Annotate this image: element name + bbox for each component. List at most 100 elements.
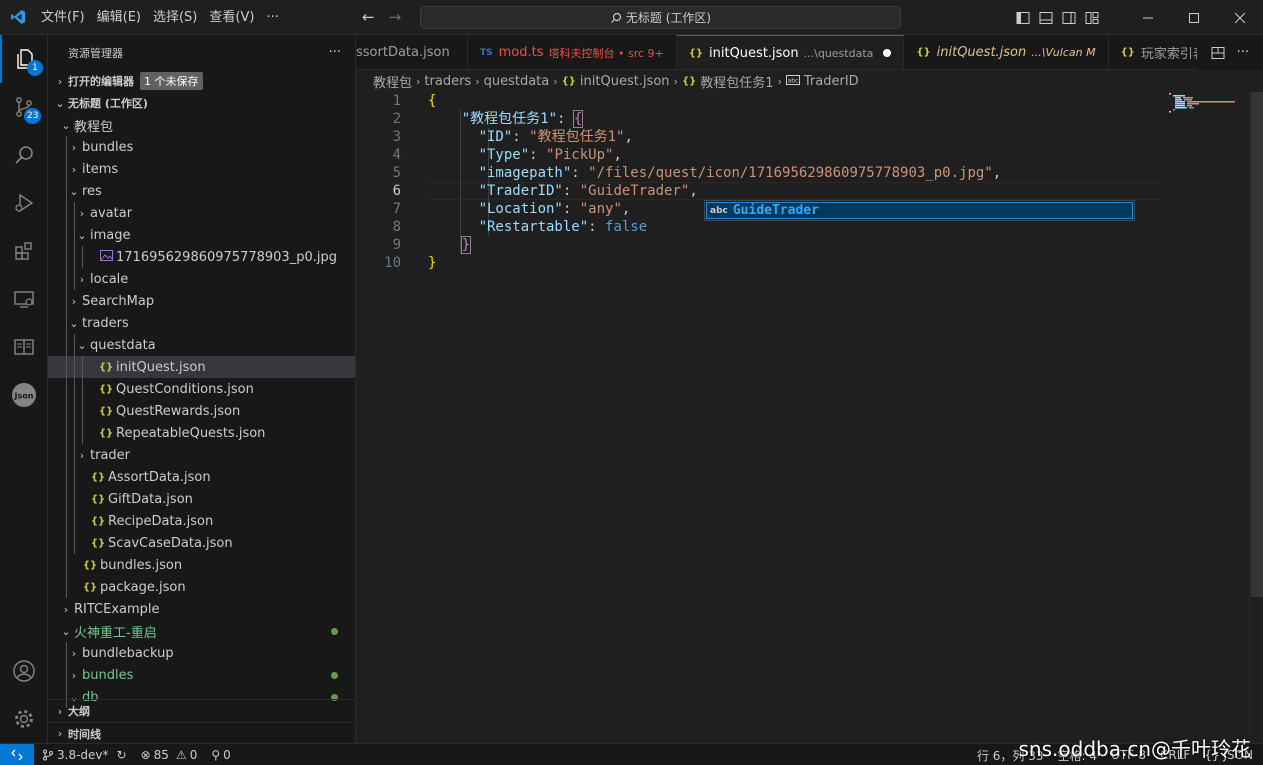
run-debug-activity[interactable]: [0, 179, 48, 227]
unsaved-badge: 1 个未保存: [140, 72, 203, 90]
file-item[interactable]: {} package.json: [48, 576, 355, 598]
line-number: 3: [392, 129, 401, 145]
timeline-label: 时间线: [68, 727, 101, 741]
folder-item[interactable]: ⌄ res: [48, 180, 355, 202]
command-center-search[interactable]: 无标题 (工作区): [420, 6, 901, 29]
source-control-activity[interactable]: 23: [0, 83, 48, 131]
folder-item[interactable]: ⌄ traders: [48, 312, 355, 334]
folder-item[interactable]: ⌄ questdata: [48, 334, 355, 356]
tree-item-label: AssortData.json: [108, 469, 211, 485]
tree-indent-guide: [66, 202, 67, 224]
chevron-right-icon: ›: [57, 74, 63, 88]
ports-indicator[interactable]: ⚲ 0: [211, 748, 230, 762]
menu-item[interactable]: 选择(S): [147, 0, 203, 35]
chevron-right-icon: ›: [71, 294, 77, 308]
more-menu-button[interactable]: ···: [260, 0, 284, 35]
folder-item[interactable]: › locale: [48, 268, 355, 290]
chevron-down-icon: ⌄: [69, 316, 79, 330]
file-item[interactable]: {} QuestRewards.json: [48, 400, 355, 422]
tree-indent-guide: [74, 510, 75, 532]
tree-indent-guide: [74, 488, 75, 510]
extensions-activity[interactable]: [0, 227, 48, 275]
folder-item[interactable]: ⌄ 火神重工-重启: [48, 620, 355, 642]
folder-item[interactable]: › trader: [48, 444, 355, 466]
code-token: "教程包任务1": [529, 129, 625, 145]
customize-layout-icon[interactable]: [1085, 11, 1099, 25]
file-item[interactable]: {} bundles.json: [48, 554, 355, 576]
file-item[interactable]: {} ScavCaseData.json: [48, 532, 355, 554]
close-button[interactable]: [1217, 0, 1263, 35]
minimize-button[interactable]: [1125, 0, 1171, 35]
outline-section[interactable]: › 大纲: [48, 700, 355, 722]
branch-indicator[interactable]: 3.8-dev* ↻: [42, 748, 127, 762]
folder-item[interactable]: › bundlebackup: [48, 642, 355, 664]
sync-icon[interactable]: ↻: [117, 748, 127, 762]
accounts-activity[interactable]: [0, 647, 48, 695]
explorer-activity[interactable]: 1: [0, 35, 48, 83]
toggle-primary-sidebar-icon[interactable]: [1016, 11, 1030, 25]
toggle-secondary-sidebar-icon[interactable]: [1062, 11, 1076, 25]
split-editor-icon[interactable]: [1211, 46, 1225, 60]
file-item[interactable]: {} initQuest.json: [48, 356, 355, 378]
unsaved-dot-icon[interactable]: [883, 49, 892, 57]
more-actions-icon[interactable]: ···: [329, 45, 341, 60]
breadcrumb-item[interactable]: initQuest.json: [580, 74, 670, 89]
remote-explorer-activity[interactable]: [0, 275, 48, 323]
tree-item-label: items: [82, 161, 119, 177]
open-editors-section[interactable]: › 打开的编辑器 1 个未保存: [48, 70, 355, 92]
breadcrumb-item[interactable]: 教程包任务1: [700, 72, 773, 91]
folder-item[interactable]: › SearchMap: [48, 290, 355, 312]
json-activity[interactable]: Json: [0, 371, 48, 419]
file-item[interactable]: 171695629860975778903_p0.jpg: [48, 246, 355, 268]
breadcrumb-item[interactable]: questdata: [484, 74, 550, 89]
folder-item[interactable]: ⌄ 教程包: [48, 114, 355, 136]
menu-item[interactable]: 文件(F): [35, 0, 91, 35]
maximize-button[interactable]: [1171, 0, 1217, 35]
scrollbar-thumb[interactable]: [1251, 92, 1263, 597]
timeline-section[interactable]: › 时间线: [48, 722, 355, 743]
workspace-label: 无标题 (工作区): [68, 97, 148, 110]
folder-item[interactable]: › bundles: [48, 664, 355, 686]
folder-item[interactable]: › avatar: [48, 202, 355, 224]
editor-tab[interactable]: TS mod.ts 塔科夫控制台 • src 9+: [468, 35, 677, 69]
chevron-down-icon: ⌄: [61, 118, 71, 132]
search-activity[interactable]: [0, 131, 48, 179]
folder-item[interactable]: ⌄ image: [48, 224, 355, 246]
editor-tab[interactable]: {} initQuest.json ...\Vulcan M: [904, 35, 1109, 69]
tree-item-label: traders: [82, 315, 129, 331]
folder-item[interactable]: › bundles: [48, 136, 355, 158]
manage-activity[interactable]: [0, 695, 48, 743]
file-item[interactable]: {} RecipeData.json: [48, 510, 355, 532]
remote-indicator[interactable]: [0, 743, 34, 765]
breadcrumb-item[interactable]: traders: [424, 74, 471, 89]
more-actions-icon[interactable]: ···: [1237, 45, 1249, 60]
code-token: "Restartable": [478, 219, 589, 235]
breadcrumb-item[interactable]: 教程包: [373, 72, 412, 91]
tree-indent-guide: [66, 554, 67, 576]
file-item[interactable]: {} RepeatableQuests.json: [48, 422, 355, 444]
folder-item[interactable]: › items: [48, 158, 355, 180]
editor-scrollbar[interactable]: [1249, 92, 1263, 743]
file-item[interactable]: {} GiftData.json: [48, 488, 355, 510]
file-item[interactable]: {} AssortData.json: [48, 466, 355, 488]
problems-indicator[interactable]: ⊗ 85 ⚠ 0: [141, 748, 198, 762]
suggestion-item[interactable]: abc GuideTrader: [706, 202, 1133, 219]
tree-item-label: QuestRewards.json: [116, 403, 241, 419]
menu-item[interactable]: 编辑(E): [91, 0, 147, 35]
folder-item[interactable]: › RITCExample: [48, 598, 355, 620]
breadcrumb-item[interactable]: TraderID: [804, 74, 859, 89]
editor-tab[interactable]: ssortData.json: [356, 35, 468, 69]
tree-item-label: locale: [90, 271, 129, 287]
code-editor[interactable]: 1 2 3 4 5 6 7 8 9 10 { "教程包任务1": { "ID": "教程包任务1"…: [356, 92, 1263, 743]
go-back-icon[interactable]: ←: [362, 8, 375, 26]
editor-tab[interactable]: {} initQuest.json ...\questdata: [676, 35, 905, 69]
workspace-section[interactable]: ⌄ 无标题 (工作区): [48, 92, 355, 114]
file-item[interactable]: {} QuestConditions.json: [48, 378, 355, 400]
toggle-panel-icon[interactable]: [1039, 11, 1053, 25]
editor-tabs: ssortData.json TS mod.ts 塔科夫控制台 • src 9+ {} i…: [356, 35, 1263, 70]
menu-item[interactable]: 查看(V): [203, 0, 260, 35]
go-forward-icon[interactable]: →: [389, 8, 402, 26]
minimap[interactable]: [1167, 92, 1247, 122]
chevron-right-icon: ›: [71, 162, 77, 176]
reader-activity[interactable]: [0, 323, 48, 371]
